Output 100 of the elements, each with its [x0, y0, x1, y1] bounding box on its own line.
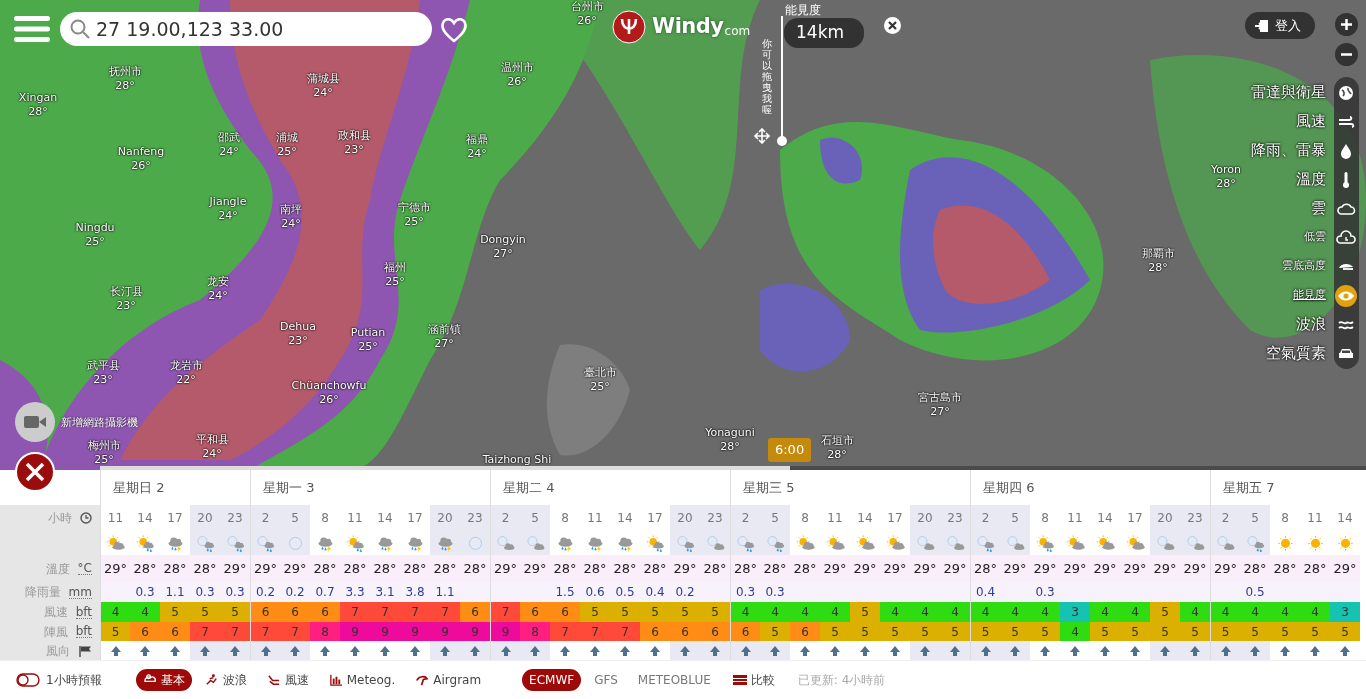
temperature-value: 28°	[640, 555, 670, 582]
wind-speed-cell: 4	[130, 602, 160, 622]
hour-label: 14	[1096, 509, 1114, 527]
wind-arrow-icon	[229, 644, 241, 657]
hour-label: 17	[166, 509, 184, 527]
timeline-track[interactable]	[100, 466, 1366, 470]
unit-label[interactable]: bft	[75, 625, 92, 638]
rain-cell: 0.3	[1030, 582, 1060, 602]
layer-label[interactable]: 能見度	[1293, 287, 1326, 304]
temperature-value: 29°	[850, 555, 880, 582]
city-name: 臺北市	[583, 366, 617, 380]
layer-label[interactable]: 雲	[1311, 197, 1326, 220]
hour-label: 11	[346, 509, 364, 527]
city-name: Yoron	[1211, 163, 1241, 177]
temperature-value: 28°	[130, 555, 160, 582]
temperature-value: 29°	[1120, 555, 1150, 582]
layer-label[interactable]: 空氣質素	[1266, 342, 1326, 365]
unit-label[interactable]: °C	[77, 562, 92, 575]
rain-cell: 0.3	[190, 582, 220, 602]
temperature-value: 29°	[910, 555, 940, 582]
model-tab[interactable]: ECMWF	[522, 669, 582, 691]
layer-label[interactable]: 風速	[1296, 110, 1326, 133]
hour-label: 5	[1240, 505, 1270, 530]
wind-gust-cell: 9	[490, 622, 520, 641]
wind-arrow-icon	[709, 644, 721, 657]
view-tab[interactable]: 波浪	[197, 669, 254, 691]
toggle-switch[interactable]	[16, 673, 40, 687]
city-temperature: 24°	[281, 217, 301, 231]
hour-label: 2	[490, 505, 520, 530]
wind-arrow-icon	[379, 644, 391, 657]
wind-arrow-icon	[289, 644, 301, 657]
view-tab[interactable]: Meteog.	[321, 669, 403, 691]
layer-label[interactable]: 雲底高度	[1282, 258, 1326, 275]
layer-label[interactable]: 波浪	[1296, 313, 1326, 336]
view-tab[interactable]: 風速	[259, 669, 316, 691]
login-button[interactable]: 登入	[1245, 12, 1315, 39]
city-temperature: 26°	[131, 159, 151, 173]
wind-arrow-icon	[1009, 644, 1021, 657]
city-name: Dongyin	[480, 233, 526, 247]
unit-label[interactable]: mm	[68, 585, 92, 599]
city-name: 抚州市	[108, 65, 142, 79]
wind-arrow-icon	[199, 644, 211, 657]
model-tab[interactable]: METEOBLUE	[630, 669, 718, 691]
wind-speed-cell: 6	[280, 602, 310, 622]
wind-icon	[266, 673, 281, 687]
hour-label: 23	[1180, 505, 1210, 530]
compare-button[interactable]: 比較	[725, 669, 782, 691]
hour-label: 2	[250, 505, 280, 530]
temperature-value: 28°	[550, 555, 580, 582]
row-label: 風速	[43, 604, 68, 621]
wind-arrow-icon	[1249, 644, 1261, 657]
row-label: 陣風	[43, 623, 68, 641]
wind-arrow-icon	[649, 644, 661, 657]
layer-label[interactable]: 雷達與衛星	[1251, 81, 1326, 104]
layer-label[interactable]: 低雲	[1304, 229, 1326, 246]
layer-label[interactable]: 溫度	[1296, 168, 1326, 191]
slider-handle[interactable]	[777, 136, 787, 146]
toggle-label[interactable]: 1小時預報	[46, 671, 102, 689]
rain-cell	[490, 582, 520, 602]
wind-arrow-icon	[1189, 644, 1201, 657]
city-name: 南坪	[280, 203, 302, 217]
view-tab[interactable]: 基本	[135, 669, 192, 691]
rain-cell: 0.2	[280, 582, 310, 602]
model-tab[interactable]: GFS	[587, 669, 625, 691]
logo-suffix[interactable]: com	[724, 22, 751, 40]
menu-icon[interactable]	[14, 14, 50, 44]
city-temperature: 27°	[434, 337, 454, 351]
city-temperature: 27°	[493, 247, 513, 261]
wind-gust-cell: 8	[310, 622, 340, 641]
wind-speed-cell: 4	[1270, 602, 1300, 622]
city-name: Jiangle	[209, 195, 247, 209]
camera-icon	[23, 414, 47, 430]
logo-text[interactable]: Windy	[652, 11, 724, 43]
wind-gust-cell: 7	[220, 622, 250, 641]
heart-icon[interactable]	[440, 17, 468, 43]
wind-arrow-icon	[859, 644, 871, 657]
time-badge[interactable]: 6:00	[767, 438, 812, 462]
flag-icon	[78, 644, 92, 657]
hour-label: 5	[1000, 505, 1030, 530]
view-tab[interactable]: Airgram	[408, 669, 489, 691]
temperature-value: 29°	[1180, 555, 1210, 582]
hour-label: 17	[406, 509, 424, 527]
hour-label: 14	[136, 509, 154, 527]
search-field[interactable]: 27 19.00,123 33.00	[60, 12, 432, 46]
hour-label: 11	[100, 505, 130, 530]
temperature-value: 28°	[970, 555, 1000, 582]
layer-label[interactable]: 降雨、雷暴	[1251, 139, 1326, 162]
webcam-label[interactable]: 新增網路攝影機	[61, 415, 138, 432]
wind-speed-cell: 5	[1150, 602, 1180, 622]
wind-gust-cell: 6	[130, 622, 160, 641]
city-name: 温州市	[500, 61, 534, 75]
rain-cell: 1.5	[550, 582, 580, 602]
wind-gust-cell: 9	[400, 622, 430, 641]
city-temperature: 28°	[1216, 177, 1236, 191]
hour-label: 8	[560, 509, 570, 527]
visibility-value: 14km	[784, 18, 864, 48]
unit-label[interactable]: bft	[75, 605, 92, 619]
wind-speed-cell: 4	[790, 602, 820, 622]
wind-arrow-icon	[949, 644, 961, 657]
temperature-value: 28°	[160, 555, 190, 582]
